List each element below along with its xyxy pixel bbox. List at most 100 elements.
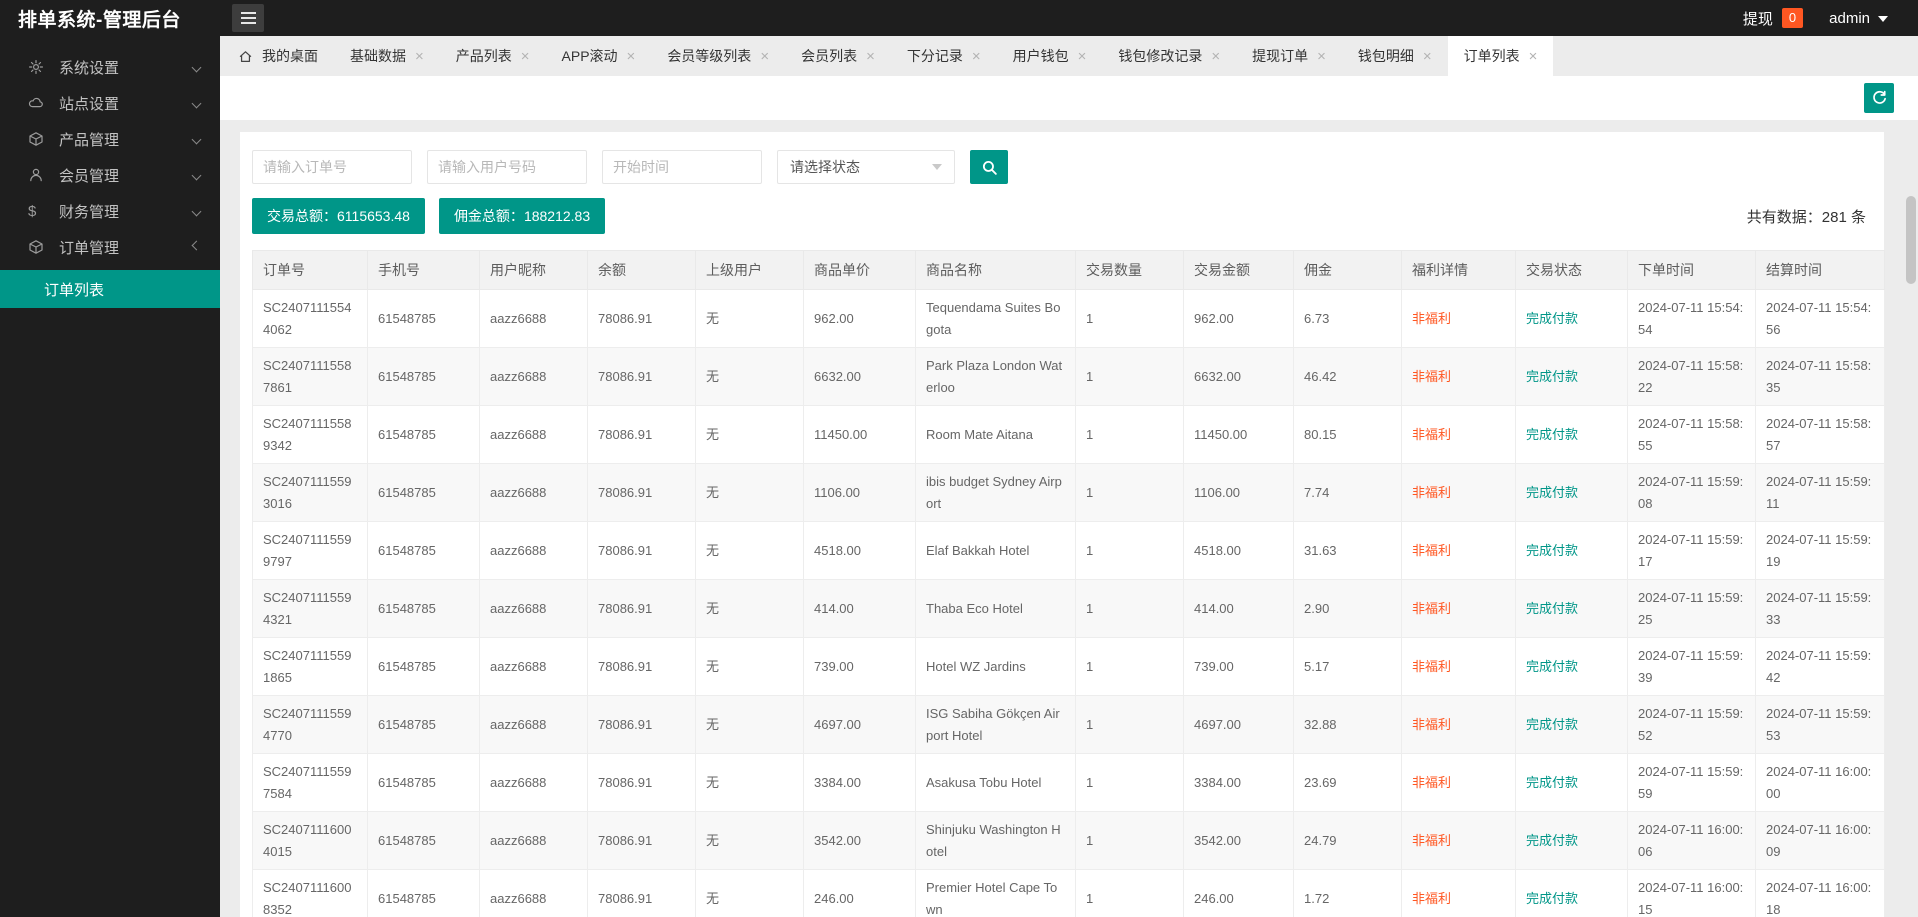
cell-amount: 4697.00 bbox=[1184, 696, 1294, 754]
cell-phone: 61548785 bbox=[368, 696, 480, 754]
sidebar-item-label: 站点设置 bbox=[59, 93, 119, 114]
user-no-input[interactable] bbox=[427, 150, 587, 184]
close-icon[interactable]: × bbox=[521, 49, 530, 64]
cell-unit_price: 1106.00 bbox=[804, 464, 916, 522]
chevron-left-icon bbox=[192, 62, 202, 72]
col-header-balance: 余额 bbox=[588, 251, 696, 290]
cell-order_no: SC24071115591865 bbox=[253, 638, 368, 696]
close-icon[interactable]: × bbox=[1317, 49, 1326, 64]
cell-order_no: SC24071115593016 bbox=[253, 464, 368, 522]
close-icon[interactable]: × bbox=[1078, 49, 1087, 64]
sidebar-item[interactable]: 订单管理 bbox=[0, 229, 220, 265]
close-icon[interactable]: × bbox=[1211, 49, 1220, 64]
cell-commission: 46.42 bbox=[1294, 348, 1402, 406]
tab-用户钱包[interactable]: 用户钱包× bbox=[997, 36, 1103, 76]
tab-label: 钱包明细 bbox=[1358, 46, 1414, 66]
cell-commission: 6.73 bbox=[1294, 290, 1402, 348]
status-select[interactable]: 请选择状态 bbox=[777, 150, 955, 184]
sidebar-item-label: 会员管理 bbox=[59, 165, 119, 186]
cell-product_name: Premier Hotel Cape Town bbox=[916, 870, 1076, 917]
vertical-scrollbar-thumb[interactable] bbox=[1906, 196, 1916, 284]
cell-unit_price: 4518.00 bbox=[804, 522, 916, 580]
order-no-input[interactable] bbox=[252, 150, 412, 184]
filter-row: 请选择状态 bbox=[252, 150, 1872, 184]
cell-product_name: Elaf Bakkah Hotel bbox=[916, 522, 1076, 580]
cell-settle_time: 2024-07-11 15:59:33 bbox=[1756, 580, 1885, 638]
withdraw-link[interactable]: 提现 0 bbox=[1743, 8, 1803, 29]
close-icon[interactable]: × bbox=[760, 49, 769, 64]
table-row: SC2407111559186561548785aazz668878086.91… bbox=[253, 638, 1885, 696]
cell-nickname: aazz6688 bbox=[480, 812, 588, 870]
col-header-order_time: 下单时间 bbox=[1628, 251, 1756, 290]
cell-parent_user: 无 bbox=[696, 580, 804, 638]
tab-下分记录[interactable]: 下分记录 × bbox=[891, 36, 997, 76]
tab-订单列表[interactable]: 订单列表 × bbox=[1448, 36, 1554, 76]
status-select-value: 请选择状态 bbox=[790, 157, 860, 177]
cell-balance: 78086.91 bbox=[588, 870, 696, 917]
cell-commission: 80.15 bbox=[1294, 406, 1402, 464]
sidebar-item[interactable]: $财务管理 bbox=[0, 193, 220, 229]
refresh-icon bbox=[1871, 90, 1888, 107]
table-row: SC2407111559432161548785aazz668878086.91… bbox=[253, 580, 1885, 638]
cell-order_no: SC24071116008352 bbox=[253, 870, 368, 917]
tab-会员列表[interactable]: 会员列表× bbox=[785, 36, 891, 76]
table-row: SC2407111600835261548785aazz668878086.91… bbox=[253, 870, 1885, 917]
chevron-left-icon bbox=[192, 134, 202, 144]
sidebar-item[interactable]: 站点设置 bbox=[0, 85, 220, 121]
cell-welfare: 非福利 bbox=[1402, 754, 1516, 812]
close-icon[interactable]: × bbox=[415, 49, 424, 64]
cell-settle_time: 2024-07-11 16:00:18 bbox=[1756, 870, 1885, 917]
cell-order_time: 2024-07-11 15:58:22 bbox=[1628, 348, 1756, 406]
tab-钱包明细[interactable]: 钱包明细 × bbox=[1342, 36, 1448, 76]
cell-status: 完成付款 bbox=[1516, 754, 1628, 812]
close-icon[interactable]: × bbox=[972, 49, 981, 64]
withdraw-count-badge: 0 bbox=[1782, 8, 1803, 28]
sidebar-item[interactable]: 产品管理 bbox=[0, 121, 220, 157]
tab-钱包修改记录[interactable]: 钱包修改记录× bbox=[1102, 36, 1236, 76]
cell-commission: 23.69 bbox=[1294, 754, 1402, 812]
sidebar-item-label: 产品管理 bbox=[59, 129, 119, 150]
user-menu[interactable]: admin bbox=[1829, 10, 1888, 27]
col-header-nickname: 用户昵称 bbox=[480, 251, 588, 290]
cell-nickname: aazz6688 bbox=[480, 754, 588, 812]
menu-toggle-button[interactable] bbox=[232, 4, 264, 32]
tab-产品列表[interactable]: 产品列表× bbox=[440, 36, 546, 76]
cell-quantity: 1 bbox=[1076, 638, 1184, 696]
tab-APP滚动[interactable]: APP滚动× bbox=[546, 36, 652, 76]
search-button[interactable] bbox=[970, 150, 1008, 184]
cell-order_time: 2024-07-11 15:58:55 bbox=[1628, 406, 1756, 464]
tab-提现订单[interactable]: 提现订单× bbox=[1236, 36, 1342, 76]
tab-基础数据[interactable]: 基础数据 × bbox=[334, 36, 440, 76]
tab-label: 下分记录 bbox=[907, 46, 963, 66]
cell-quantity: 1 bbox=[1076, 870, 1184, 917]
cell-parent_user: 无 bbox=[696, 290, 804, 348]
cell-status: 完成付款 bbox=[1516, 290, 1628, 348]
close-icon[interactable]: × bbox=[627, 49, 636, 64]
cell-unit_price: 414.00 bbox=[804, 580, 916, 638]
tab-label: 订单列表 bbox=[1464, 46, 1520, 66]
cell-settle_time: 2024-07-11 15:59:19 bbox=[1756, 522, 1885, 580]
close-icon[interactable]: × bbox=[1423, 49, 1432, 64]
close-icon[interactable]: × bbox=[1529, 49, 1538, 64]
cell-status: 完成付款 bbox=[1516, 464, 1628, 522]
product-icon bbox=[28, 131, 46, 147]
cell-order_no: SC24071115594770 bbox=[253, 696, 368, 754]
sidebar-item[interactable]: 系统设置 bbox=[0, 49, 220, 85]
start-time-input[interactable] bbox=[602, 150, 762, 184]
cell-commission: 5.17 bbox=[1294, 638, 1402, 696]
close-icon[interactable]: × bbox=[866, 49, 875, 64]
cell-order_no: SC24071115594321 bbox=[253, 580, 368, 638]
finance-icon: $ bbox=[28, 203, 46, 220]
refresh-button[interactable] bbox=[1864, 83, 1894, 113]
tab-会员等级列表[interactable]: 会员等级列表× bbox=[651, 36, 785, 76]
cell-commission: 1.72 bbox=[1294, 870, 1402, 917]
sidebar-item[interactable]: 会员管理 bbox=[0, 157, 220, 193]
cell-status: 完成付款 bbox=[1516, 870, 1628, 917]
tab-我的桌面[interactable]: 我的桌面 bbox=[222, 36, 334, 76]
sidebar-item-order-list-active[interactable]: 订单列表 bbox=[0, 270, 220, 308]
cell-amount: 962.00 bbox=[1184, 290, 1294, 348]
tab-label: 基础数据 bbox=[350, 46, 406, 66]
cell-welfare: 非福利 bbox=[1402, 870, 1516, 917]
cell-nickname: aazz6688 bbox=[480, 348, 588, 406]
app-title: 排单系统-管理后台 bbox=[0, 5, 220, 32]
